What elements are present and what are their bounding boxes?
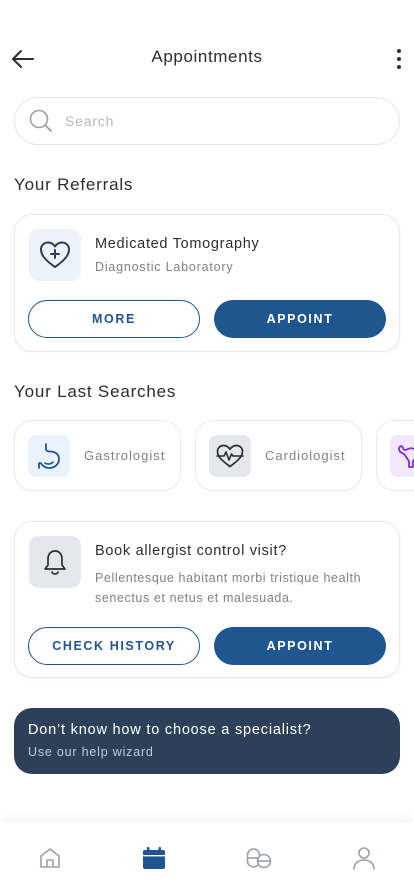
reminder-appoint-button[interactable]: APPOINT <box>214 627 386 665</box>
referral-subtitle: Diagnostic Laboratory <box>95 260 234 274</box>
reminder-title: Book allergist control visit? <box>95 543 287 559</box>
help-banner-subtitle: Use our help wizard <box>28 745 154 759</box>
referral-more-button[interactable]: MORE <box>28 300 200 338</box>
search-chip-label: Gastrologist <box>84 448 166 463</box>
last-searches-list: Gastrologist Cardiologist <box>14 420 414 492</box>
bottom-tab-bar <box>0 822 414 896</box>
referral-appoint-button[interactable]: APPOINT <box>214 300 386 338</box>
profile-icon <box>353 847 375 870</box>
uterus-icon <box>398 444 414 468</box>
referral-card: Medicated Tomography Diagnostic Laborato… <box>14 214 400 352</box>
home-icon <box>40 848 60 868</box>
check-history-button[interactable]: CHECK HISTORY <box>28 627 200 665</box>
dot <box>397 65 401 69</box>
tab-appointments[interactable] <box>140 844 168 872</box>
tab-medications[interactable] <box>245 844 273 872</box>
calendar-icon <box>143 847 165 869</box>
help-banner-title: Don’t know how to choose a specialist? <box>28 722 312 738</box>
heartbeat-icon <box>216 444 244 467</box>
pills-icon <box>246 848 272 869</box>
search-chip-cardiologist[interactable]: Cardiologist <box>195 420 362 491</box>
help-wizard-banner[interactable]: Don’t know how to choose a specialist? U… <box>14 708 400 774</box>
heart-plus-icon <box>40 241 70 268</box>
heartbeat-icon-box <box>209 434 251 477</box>
reminder-card: Book allergist control visit? Pellentesq… <box>14 521 400 678</box>
app-header: Appointments <box>0 34 414 82</box>
tab-home[interactable] <box>36 844 64 872</box>
uterus-icon-box <box>390 434 414 477</box>
dot <box>397 57 401 61</box>
search-input[interactable] <box>65 113 365 129</box>
page-title: Appointments <box>151 47 263 66</box>
search-icon <box>29 109 52 132</box>
referral-title: Medicated Tomography <box>95 236 260 252</box>
tab-profile[interactable] <box>350 844 378 872</box>
last-searches-section-title: Your Last Searches <box>14 382 177 401</box>
search-chip-gastrologist[interactable]: Gastrologist <box>14 420 181 491</box>
stomach-icon-box <box>28 434 70 477</box>
bell-icon-box <box>29 536 81 588</box>
referrals-section-title: Your Referrals <box>14 175 134 194</box>
referral-icon-box <box>29 229 81 281</box>
dot <box>397 49 401 53</box>
more-options-button[interactable] <box>392 44 406 74</box>
search-chip-label: Cardiologist <box>265 448 346 463</box>
search-chip-gynecologist[interactable] <box>376 420 414 491</box>
bell-icon <box>44 550 66 575</box>
stomach-icon <box>38 442 60 469</box>
search-bar[interactable] <box>14 97 400 145</box>
reminder-description: Pellentesque habitant morbi tristique he… <box>95 571 362 605</box>
